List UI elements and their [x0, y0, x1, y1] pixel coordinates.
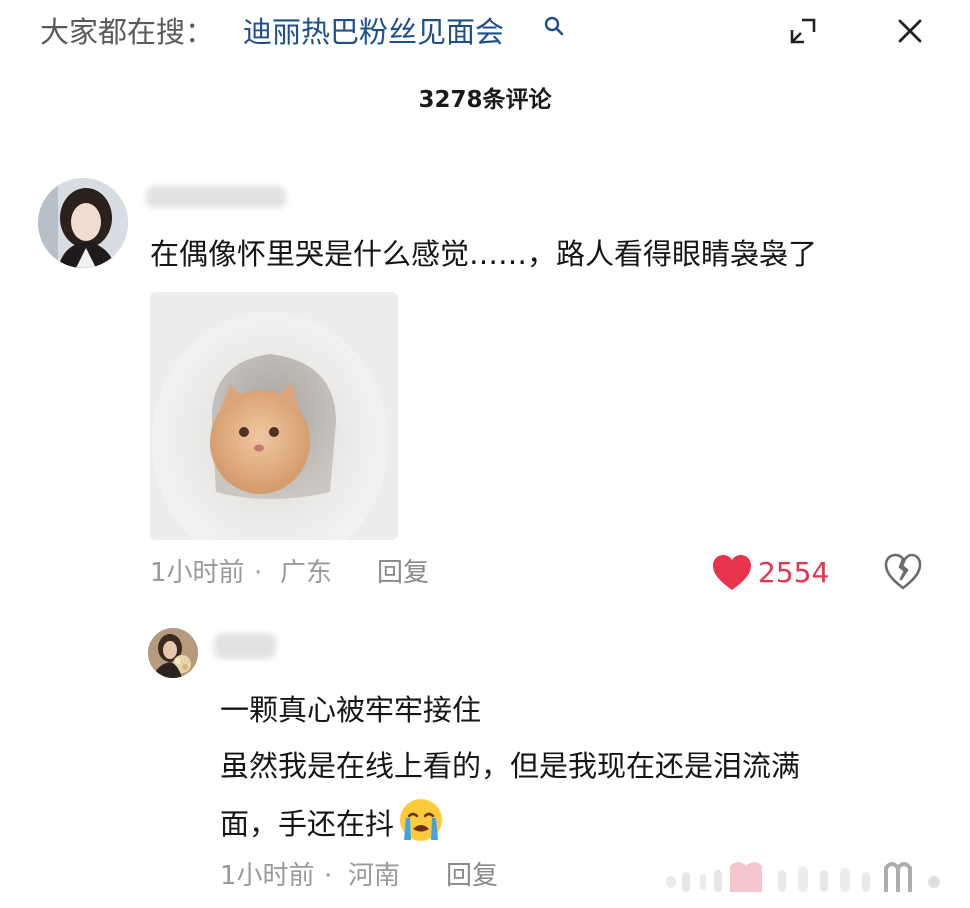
commenter-username-blurred[interactable] — [146, 186, 286, 208]
reply-text-line: 一颗真心被牢牢接住 — [220, 693, 482, 727]
search-prefix-label: 大家都在搜： — [40, 15, 215, 49]
reply-timestamp: 1小时前 — [220, 861, 315, 891]
meta-separator: · — [324, 861, 333, 891]
avatar-portrait-icon — [148, 628, 198, 678]
comment-timestamp: 1小时前 — [150, 558, 245, 588]
meta-separator: · — [254, 558, 263, 588]
loudly-crying-face-icon — [400, 799, 443, 841]
reply-text: 一颗真心被牢牢接住 虽然我是在线上看的，但是我现在还是泪流满 面，手还在抖 — [220, 682, 940, 852]
reply-text-line: 面，手还在抖 — [220, 794, 940, 852]
reply-button[interactable]: 回复 — [377, 555, 429, 591]
comment-count-title: 3278条评论 — [418, 87, 552, 113]
commenter-avatar[interactable] — [38, 178, 128, 268]
replier-avatar[interactable] — [148, 628, 198, 678]
reply-text-fragment: 面，手还在抖 — [220, 807, 395, 841]
search-icon[interactable] — [542, 14, 566, 38]
replier-username-blurred[interactable] — [214, 633, 276, 659]
comment-text: 在偶像怀里哭是什么感觉……，路人看得眼睛袅袅了 — [150, 237, 818, 271]
comment-location: 广东 — [280, 558, 333, 588]
close-icon[interactable] — [896, 17, 924, 45]
like-count[interactable]: 2554 — [758, 555, 829, 591]
top-search-bar: 大家都在搜： 迪丽热巴粉丝见面会 — [0, 0, 970, 66]
trending-search-link[interactable]: 迪丽热巴粉丝见面会 — [243, 12, 504, 52]
watermark-strip — [666, 862, 940, 892]
heart-icon[interactable] — [712, 554, 752, 592]
minimize-icon[interactable] — [788, 16, 818, 46]
comment-image[interactable] — [150, 292, 398, 540]
avatar-portrait-icon — [38, 178, 128, 268]
broken-heart-icon[interactable] — [884, 553, 922, 591]
reply-text-line: 虽然我是在线上看的，但是我现在还是泪流满 — [220, 749, 801, 783]
kitten-in-toilet-image — [150, 292, 398, 540]
reply-location: 河南 — [348, 861, 401, 891]
reply-button[interactable]: 回复 — [446, 858, 498, 894]
